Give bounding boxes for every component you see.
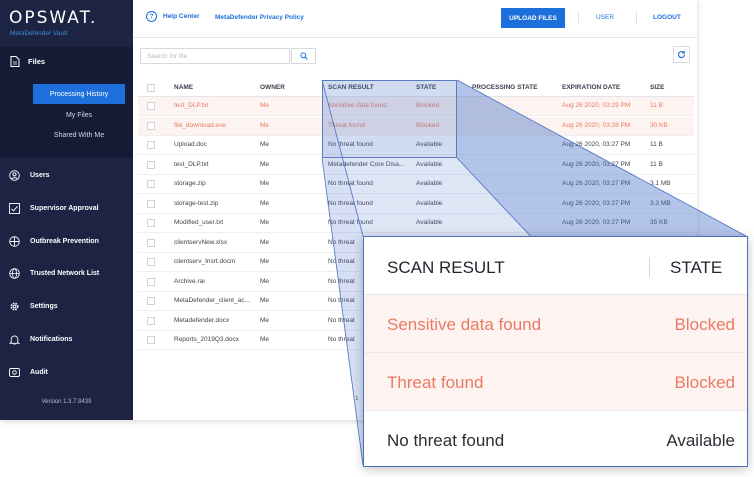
zoom-scan-result: Threat found [387, 373, 484, 392]
zoom-state: Blocked [674, 373, 735, 392]
zoom-source-highlight [322, 80, 457, 158]
zoom-scan-result: No threat found [387, 431, 505, 450]
zoomed-scan-result-panel: SCAN RESULT STATE Sensitive data found B… [363, 236, 748, 467]
zoom-column-scan-result: SCAN RESULT [387, 258, 505, 277]
zoom-header: SCAN RESULT STATE [364, 237, 747, 295]
zoom-row: Sensitive data found Blocked [364, 295, 747, 353]
zoom-column-state: STATE [670, 258, 723, 277]
zoom-state: Blocked [674, 315, 735, 334]
zoom-row: No threat found Available [364, 411, 747, 466]
divider [649, 257, 650, 277]
zoom-state: Available [666, 431, 735, 450]
zoom-scan-result: Sensitive data found [387, 315, 542, 334]
zoom-row: Threat found Blocked [364, 353, 747, 411]
